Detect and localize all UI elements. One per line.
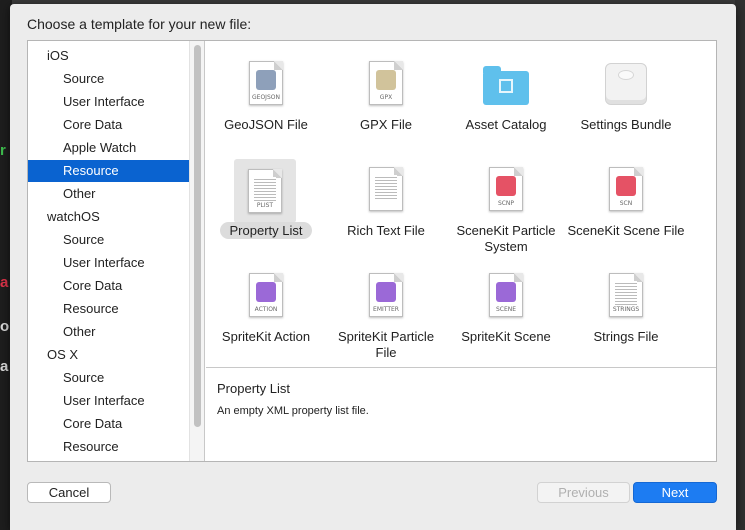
sidebar-item-core-data[interactable]: Core Data — [28, 413, 189, 435]
template-label-text: SpriteKit Action — [221, 329, 311, 344]
background-window-edge — [735, 0, 745, 530]
template-tile[interactable]: GPX GPX File — [326, 49, 446, 155]
template-label: GeoJSON File — [206, 117, 326, 133]
icon-caption: PLIST — [256, 202, 274, 209]
template-label-text: GeoJSON File — [224, 117, 308, 132]
sidebar-item-user-interface[interactable]: User Interface — [28, 390, 189, 412]
cancel-button[interactable]: Cancel — [27, 482, 111, 503]
icon-caption: EMITTER — [373, 306, 399, 313]
sidebar-item-apple-watch[interactable]: Apple Watch — [28, 137, 189, 159]
sidebar-section-watchos[interactable]: watchOS — [28, 206, 189, 228]
template-label-text: SpriteKit Particle File — [337, 329, 435, 360]
sidebar-scroll-thumb[interactable] — [194, 45, 201, 427]
template-tile[interactable]: Rich Text File — [326, 155, 446, 261]
template-label-text: SpriteKit Scene — [461, 329, 551, 344]
template-label: SceneKit Scene File — [566, 223, 686, 239]
scenekit-scene-icon: SCN — [601, 163, 651, 219]
template-tile[interactable]: Asset Catalog — [446, 49, 566, 155]
sidebar-item-core-data[interactable]: Core Data — [28, 275, 189, 297]
asset-catalog-folder-icon — [481, 57, 531, 113]
sidebar-item-user-interface[interactable]: User Interface — [28, 252, 189, 274]
previous-button[interactable]: Previous — [537, 482, 630, 503]
template-label: SpriteKit Particle File — [326, 329, 446, 361]
sidebar-scrollbar[interactable] — [189, 41, 204, 461]
template-label: Property List — [206, 222, 326, 239]
description-title: Property List — [217, 381, 290, 396]
sidebar-item-other[interactable]: Other — [28, 183, 189, 205]
background-glyph: a — [0, 274, 9, 291]
sidebar-item-other[interactable]: Other — [28, 321, 189, 343]
scenekit-particle-icon: SCNP — [481, 163, 531, 219]
next-button[interactable]: Next — [633, 482, 717, 503]
template-tile[interactable]: STRINGS Strings File — [566, 261, 686, 367]
template-label-text: Strings File — [593, 329, 659, 344]
template-tile[interactable]: Settings Bundle — [566, 49, 686, 155]
background-glyph: r — [0, 142, 6, 159]
spritekit-emitter-icon: EMITTER — [361, 269, 411, 325]
settings-bundle-icon — [601, 57, 651, 113]
template-label-text: Asset Catalog — [465, 117, 547, 132]
geojson-file-icon: GEOJSON — [241, 57, 291, 113]
template-label: Asset Catalog — [446, 117, 566, 133]
rich-text-file-icon — [361, 163, 411, 219]
template-label-text: Rich Text File — [347, 223, 425, 238]
plist-file-icon: PLIST — [234, 159, 296, 223]
platform-category-sidebar: Resource Core Data User Interface Source OS … — [28, 41, 205, 461]
gpx-file-icon: GPX — [361, 57, 411, 113]
template-label-text: GPX File — [359, 117, 412, 132]
template-label: SceneKit Particle System — [446, 223, 566, 255]
template-label: Rich Text File — [326, 223, 446, 239]
description-text: An empty XML property list file. — [217, 405, 369, 417]
template-tile[interactable]: EMITTER SpriteKit Particle File — [326, 261, 446, 367]
dialog-prompt: Choose a template for your new file: — [27, 16, 252, 32]
background-glyph: o — [0, 318, 10, 335]
icon-caption: STRINGS — [612, 306, 640, 313]
new-file-sheet: Choose a template for your new file: Res… — [10, 4, 736, 530]
template-tile[interactable]: SCENE SpriteKit Scene — [446, 261, 566, 367]
sidebar-item-resource[interactable]: Resource — [28, 436, 189, 458]
template-label: SpriteKit Action — [206, 329, 326, 345]
template-label: GPX File — [326, 117, 446, 133]
template-label-text: Settings Bundle — [580, 117, 672, 132]
spritekit-scene-icon: SCENE — [481, 269, 531, 325]
template-label-text: SceneKit Scene File — [567, 223, 685, 238]
template-label: Settings Bundle — [566, 117, 686, 133]
icon-caption: SCENE — [495, 306, 517, 313]
strings-file-icon: STRINGS — [601, 269, 651, 325]
template-tile[interactable]: SCNP SceneKit Particle System — [446, 155, 566, 261]
icon-caption: SCNP — [497, 200, 515, 207]
template-tile[interactable]: ACTION SpriteKit Action — [206, 261, 326, 367]
sidebar-item-source[interactable]: Source — [28, 229, 189, 251]
template-tile[interactable]: SCN SceneKit Scene File — [566, 155, 686, 261]
template-grid: GEOJSON GeoJSON File GPX GPX File Asset Cata… — [206, 41, 716, 367]
template-label: Strings File — [566, 329, 686, 345]
template-tile[interactable]: GEOJSON GeoJSON File — [206, 49, 326, 155]
sidebar-section-os-x[interactable]: OS X — [28, 344, 189, 366]
sidebar-item-source[interactable]: Source — [28, 367, 189, 389]
template-label: SpriteKit Scene — [446, 329, 566, 345]
sidebar-item-user-interface[interactable]: User Interface — [28, 91, 189, 113]
template-label-text: Property List — [219, 222, 313, 239]
sidebar-item-source[interactable]: Source — [28, 68, 189, 90]
spritekit-action-icon: ACTION — [241, 269, 291, 325]
template-tile[interactable]: PLIST Property List — [206, 155, 326, 261]
template-chooser-panel: Resource Core Data User Interface Source OS … — [27, 40, 717, 462]
sidebar-item-resource[interactable]: Resource — [28, 298, 189, 320]
background-glyph: a — [0, 358, 9, 375]
template-description: Property List An empty XML property list… — [206, 367, 716, 461]
icon-caption: GEOJSON — [252, 94, 280, 101]
sidebar-item-resource[interactable]: Resource — [28, 160, 189, 182]
icon-caption: GPX — [379, 94, 393, 101]
template-label-text: SceneKit Particle System — [456, 223, 556, 254]
icon-caption: ACTION — [254, 306, 278, 313]
sidebar-section-ios[interactable]: iOS — [28, 45, 189, 67]
sidebar-item-core-data[interactable]: Core Data — [28, 114, 189, 136]
icon-caption: SCN — [619, 200, 633, 207]
